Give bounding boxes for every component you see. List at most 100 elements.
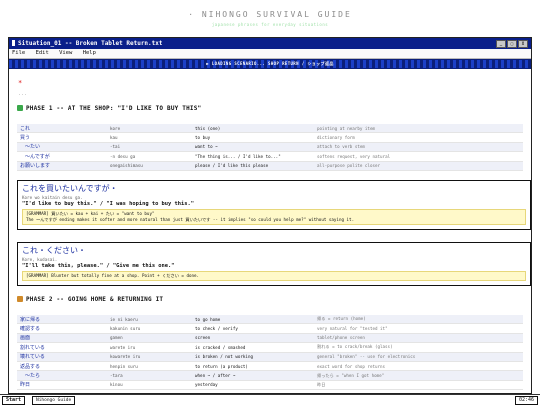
vocab-japanese: 家に帰る [17, 315, 107, 325]
vocab-row: 買う kau to buy dictionary form [17, 132, 523, 143]
card-1-japanese: これを買いたいんですが・ [22, 184, 118, 193]
vocab-row: 〜たい -tai want to ~ attach to verb stem [17, 142, 523, 153]
card-2-english: "I'll take this, please." / "Give me thi… [22, 263, 175, 269]
card-2-japanese: これ・ください・ [22, 246, 86, 255]
vocab-note: 割れる = to crack/break (glass) [314, 342, 523, 353]
vocab-japanese: 〜んですが [17, 151, 107, 162]
vocab-note: attach to verb stem [314, 142, 523, 153]
start-button[interactable]: Start [2, 396, 26, 405]
vocab-english: please / I'd like this please [192, 161, 314, 171]
vocab-english: to return (a product) [192, 361, 314, 372]
close-button[interactable]: X [518, 40, 528, 48]
site-title: · NIHONGO SURVIVAL GUIDE [188, 10, 352, 19]
vocab-note: very natural for "tested it" [314, 323, 523, 334]
vocab-romaji: kowarete iru [107, 352, 192, 362]
vocab-english: to go home [192, 315, 314, 325]
vocab-japanese: 昨日 [17, 380, 107, 391]
grammar-line-1: [GRAMMAR] Blunter but totally fine at a … [26, 273, 200, 278]
vocab-row: 画面 gamen screen tablet/phone screen [17, 333, 523, 344]
vocab-english: to buy [192, 132, 314, 143]
menu-file[interactable]: File [12, 50, 25, 56]
menu-bar: File Edit View Help [9, 49, 531, 59]
document-window: Situation_01 -- Broken Tablet Return.txt… [8, 37, 532, 394]
phase-1-heading: PHASE 1 -- AT THE SHOP: "I'D LIKE TO BUY… [17, 105, 201, 112]
box-icon [17, 296, 23, 302]
card-2-romaji: Kore, kudasai. [22, 257, 58, 262]
vocab-note: 昨日 [314, 380, 523, 391]
vocab-romaji: onegaishimasu [107, 161, 192, 171]
vocab-romaji: kore [107, 124, 192, 134]
vocab-japanese: 返品する [17, 361, 107, 372]
vocab-english: is broken / not working [192, 352, 314, 362]
vocab-row: お願いします onegaishimasu please / I'd like thi… [17, 161, 523, 171]
vocab-romaji: -tai [107, 142, 192, 153]
vocab-note: tablet/phone screen [314, 333, 523, 344]
vocab-note: general "broken" -- use for electronics [314, 352, 523, 362]
phase-2-title: PHASE 2 -- GOING HOME & RETURNING IT [26, 296, 164, 303]
vocab-romaji: gamen [107, 333, 192, 344]
vocab-row: 昨日 kinou yesterday 昨日 [17, 380, 523, 391]
vocab-row: これ kore this (one) pointing at nearby item [17, 124, 523, 134]
vocab-romaji: ie ni kaeru [107, 315, 192, 325]
vocab-row: 〜んですが -n desu ga "The thing is... / I'd li… [17, 151, 523, 162]
taskbar-item-nihongo-guide[interactable]: Nihongo Guide [32, 396, 76, 405]
vocab-english: "The thing is... / I'd like to..." [192, 151, 314, 162]
vocab-note: all-purpose polite closer [314, 161, 523, 171]
vocab-english: screen [192, 333, 314, 344]
vocab-row: 〜たら -tara when ~ / after ~ 帰ったら = "when I g… [17, 370, 523, 381]
vocab-row: 家に帰る ie ni kaeru to go home 帰る = return (ho… [17, 315, 523, 325]
taskbar-clock: 02:46 [514, 396, 538, 405]
site-subtitle: japanese phrases for everyday situations [211, 22, 329, 27]
vocab-english: this (one) [192, 124, 314, 134]
vocab-japanese: 〜たら [17, 370, 107, 381]
card-1-english: "I'd like to buy this." / "I was hoping … [22, 201, 195, 207]
menu-help[interactable]: Help [83, 50, 96, 56]
vocab-english: yesterday [192, 380, 314, 391]
window-titlebar[interactable]: Situation_01 -- Broken Tablet Return.txt… [9, 38, 531, 49]
vocab-row: 割れている warete iru is cracked / smashed 割れる =… [17, 342, 523, 353]
vocab-romaji: -n desu ga [107, 151, 192, 162]
phase-2-heading: PHASE 2 -- GOING HOME & RETURNING IT [17, 296, 163, 303]
phrase-card-2: これ・ください・ Kore, kudasai. "I'll take this,… [17, 242, 531, 286]
phase-1-title: PHASE 1 -- AT THE SHOP: "I'D LIKE TO BUY… [26, 105, 202, 112]
card-2-grammar-note: [GRAMMAR] Blunter but totally fine at a … [22, 271, 526, 281]
vocab-note: 帰ったら = "when I got home" [314, 370, 523, 381]
cart-icon [17, 105, 23, 111]
vocab-english: when ~ / after ~ [192, 370, 314, 381]
vocab-romaji: kakunin suru [107, 323, 192, 334]
card-1-grammar-note: [GRAMMAR] 買いたい = kau + kai + たい = "want … [22, 209, 526, 225]
menu-edit[interactable]: Edit [36, 50, 49, 56]
vocab-japanese: 確認する [17, 323, 107, 334]
vocab-japanese: 割れている [17, 342, 107, 353]
vocab-english: to check / verify [192, 323, 314, 334]
card-1-romaji: Kore wo kaitain desu ga. [22, 195, 83, 200]
phase-1-vocab-table: これ kore this (one) pointing at nearby item 買… [17, 124, 523, 171]
window-title: Situation_01 -- Broken Tablet Return.txt [18, 40, 163, 47]
vocab-romaji: warete iru [107, 342, 192, 353]
phase-2-vocab-table: 家に帰る ie ni kaeru to go home 帰る = return (ho… [17, 315, 523, 391]
phrase-card-1: これを買いたいんですが・ Kore wo kaitain desu ga. "I… [17, 180, 531, 230]
vocab-note: softens request, very natural [314, 151, 523, 162]
vocab-japanese: お願いします [17, 161, 107, 171]
vocab-romaji: henpin suru [107, 361, 192, 372]
vocab-japanese: 買う [17, 132, 107, 143]
vocab-note: dictionary form [314, 132, 523, 143]
minimize-button[interactable]: _ [496, 40, 506, 48]
vocab-note: exact word for shop returns [314, 361, 523, 372]
maximize-button[interactable]: □ [507, 40, 517, 48]
taskbar: Start Nihongo Guide 02:46 [0, 394, 540, 405]
document-icon [12, 40, 15, 46]
vocab-english: is cracked / smashed [192, 342, 314, 353]
vocab-row: 確認する kakunin suru to check / verify very na… [17, 323, 523, 334]
loading-marquee: ▶ LOADING SCENARIO... SHOP RETURN / ショップ… [9, 59, 531, 69]
vocab-english: want to ~ [192, 142, 314, 153]
grammar-line-2: The 〜んですが ending makes it softer and mor… [26, 216, 355, 222]
vocab-row: 返品する henpin suru to return (a product) exac… [17, 361, 523, 372]
vocab-japanese: 壊れている [17, 352, 107, 362]
vocab-note: pointing at nearby item [314, 124, 523, 134]
menu-view[interactable]: View [59, 50, 72, 56]
star-icon: * [18, 79, 23, 87]
vocab-japanese: これ [17, 124, 107, 134]
vocab-note: 帰る = return (home) [314, 315, 523, 325]
vocab-japanese: 〜たい [17, 142, 107, 153]
